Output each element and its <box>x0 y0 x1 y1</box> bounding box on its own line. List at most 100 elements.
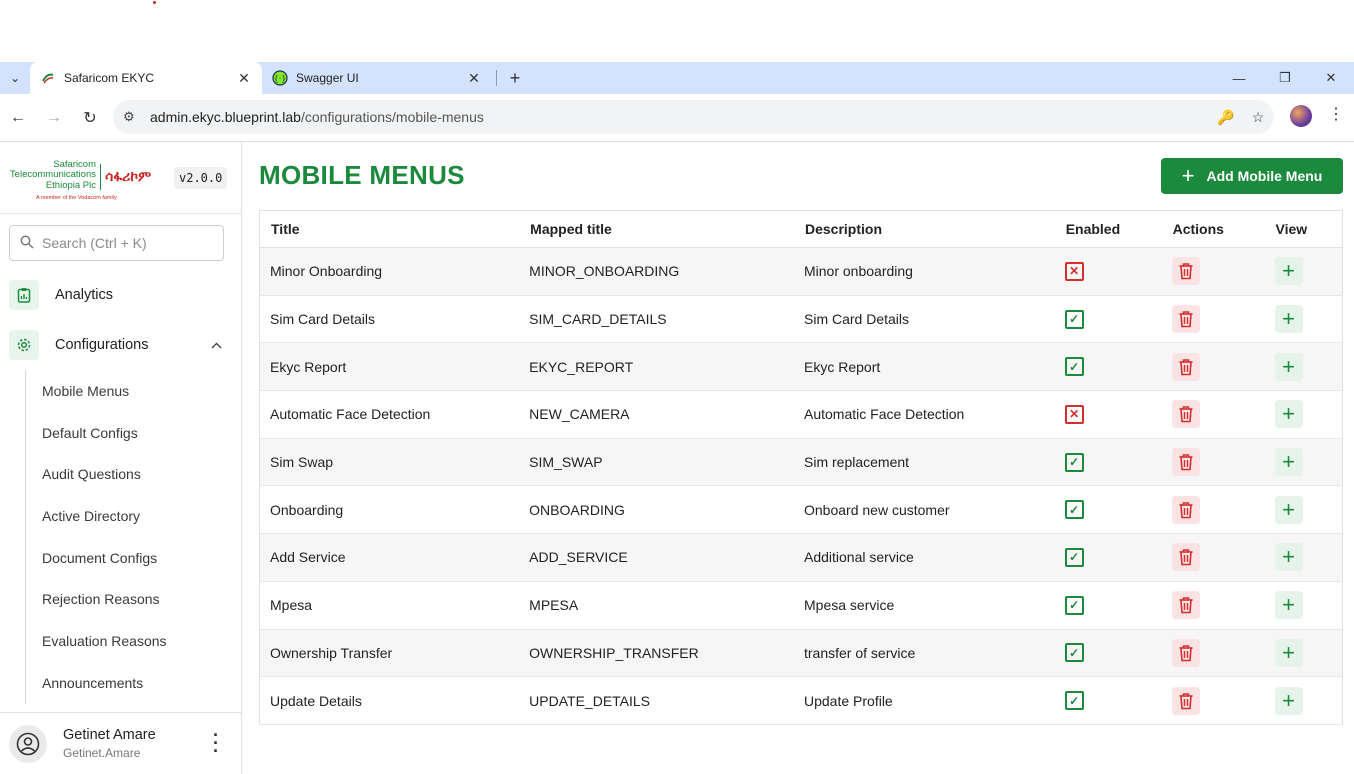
tab-swagger-ui[interactable]: {·} Swagger UI ✕ <box>262 62 492 94</box>
enabled-checkbox-checked[interactable]: ✓ <box>1064 691 1084 711</box>
table-row[interactable]: Sim Card Details SIM_CARD_DETAILS Sim Card… <box>259 295 1343 344</box>
new-tab-button[interactable]: + <box>501 62 529 94</box>
column-header-title[interactable]: Title <box>259 210 520 248</box>
table-row[interactable]: Minor Onboarding MINOR_ONBOARDING Minor on… <box>259 247 1343 296</box>
table-row[interactable]: Ownership Transfer OWNERSHIP_TRANSFER tran… <box>259 629 1343 678</box>
column-header-enabled[interactable]: Enabled <box>1054 210 1162 248</box>
sidebar-subitem-announcements[interactable]: Announcements <box>26 662 241 704</box>
cell-description: Additional service <box>794 533 1055 582</box>
enabled-checkbox-unchecked[interactable]: ✕ <box>1064 261 1084 281</box>
tab-search-chevron-icon[interactable]: ⌄ <box>0 62 30 94</box>
view-plus-icon[interactable]: + <box>1274 495 1303 524</box>
enabled-checkbox-checked[interactable]: ✓ <box>1064 547 1084 567</box>
enabled-checkbox-checked[interactable]: ✓ <box>1064 452 1084 472</box>
table-row[interactable]: Onboarding ONBOARDING Onboard new customer… <box>259 485 1343 535</box>
forward-arrow-icon[interactable]: → <box>36 100 72 136</box>
back-arrow-icon[interactable]: ← <box>0 100 36 136</box>
view-plus-icon[interactable]: + <box>1274 638 1303 667</box>
view-plus-icon[interactable]: + <box>1274 305 1303 334</box>
logo-divider <box>100 163 101 190</box>
restore-icon[interactable]: ❐ <box>1262 62 1308 94</box>
table-header-row: Title Mapped title Description Enabled A… <box>259 210 1343 248</box>
delete-trash-icon[interactable] <box>1171 448 1200 477</box>
sidebar-item-analytics[interactable]: Analytics <box>0 270 241 320</box>
safaricom-logo[interactable]: Safaricom Telecommunications Ethiopia Pl… <box>8 154 168 202</box>
top-blank-area <box>0 0 1354 62</box>
cell-title: Sim Card Details <box>259 295 520 344</box>
view-plus-icon[interactable]: + <box>1274 400 1303 429</box>
search-box[interactable] <box>9 225 224 261</box>
view-plus-icon[interactable]: + <box>1274 543 1303 572</box>
plus-icon: + <box>1181 163 1195 188</box>
search-input[interactable] <box>42 235 202 251</box>
configurations-submenu: Mobile Menus Default Configs Audit Quest… <box>25 370 241 704</box>
cell-title: Ekyc Report <box>259 342 520 392</box>
sidebar-subitem-document-configs[interactable]: Document Configs <box>26 537 241 579</box>
view-plus-icon[interactable]: + <box>1274 352 1303 381</box>
profile-avatar[interactable] <box>1290 105 1312 127</box>
enabled-checkbox-checked[interactable]: ✓ <box>1064 643 1084 663</box>
user-profile[interactable]: Getinet Amare Getinet.Amare · · · <box>0 712 241 774</box>
cell-enabled: ✕ <box>1054 390 1162 439</box>
delete-trash-icon[interactable] <box>1171 257 1200 286</box>
close-tab-icon[interactable]: ✕ <box>466 70 482 87</box>
close-tab-icon[interactable]: ✕ <box>236 70 252 87</box>
sidebar-subitem-mobile-menus[interactable]: Mobile Menus <box>26 370 241 412</box>
delete-trash-icon[interactable] <box>1171 305 1200 334</box>
enabled-checkbox-checked[interactable]: ✓ <box>1064 309 1084 329</box>
column-header-mapped-title[interactable]: Mapped title <box>519 210 794 248</box>
cell-title: Automatic Face Detection <box>259 390 520 439</box>
gear-icon <box>9 330 39 360</box>
sidebar-item-configurations[interactable]: Configurations <box>0 320 241 370</box>
table-row[interactable]: Update Details UPDATE_DETAILS Update Profi… <box>259 676 1343 725</box>
delete-trash-icon[interactable] <box>1171 543 1200 572</box>
reload-icon[interactable]: ↻ <box>72 100 108 136</box>
tab-safaricom-ekyc[interactable]: Safaricom EKYC ✕ <box>30 62 262 94</box>
minimize-icon[interactable]: — <box>1216 62 1262 94</box>
chevron-up-icon[interactable] <box>211 338 222 352</box>
enabled-checkbox-checked[interactable]: ✓ <box>1064 357 1084 377</box>
cell-title: Minor Onboarding <box>259 247 520 296</box>
enabled-checkbox-unchecked[interactable]: ✕ <box>1064 404 1084 424</box>
password-key-icon[interactable]: 🔑 <box>1210 109 1242 126</box>
cell-actions <box>1161 247 1265 296</box>
table-row[interactable]: Ekyc Report EKYC_REPORT Ekyc Report ✓ + <box>259 342 1343 392</box>
cell-title: Mpesa <box>259 581 520 630</box>
view-plus-icon[interactable]: + <box>1274 591 1303 620</box>
cell-title: Sim Swap <box>259 438 520 487</box>
brand-header: Safaricom Telecommunications Ethiopia Pl… <box>0 142 241 214</box>
add-mobile-menu-button[interactable]: + Add Mobile Menu <box>1161 158 1343 194</box>
column-header-actions: Actions <box>1161 210 1265 248</box>
cell-description: Minor onboarding <box>794 247 1055 296</box>
view-plus-icon[interactable]: + <box>1274 686 1303 715</box>
address-bar[interactable]: ⚙ admin.ekyc.blueprint.lab/configuration… <box>113 100 1274 134</box>
delete-trash-icon[interactable] <box>1171 638 1200 667</box>
url-text[interactable]: admin.ekyc.blueprint.lab/configurations/… <box>150 109 1210 125</box>
delete-trash-icon[interactable] <box>1171 400 1200 429</box>
cell-view: + <box>1264 438 1343 487</box>
user-menu-icon[interactable]: · · · <box>213 726 219 760</box>
view-plus-icon[interactable]: + <box>1274 448 1303 477</box>
delete-trash-icon[interactable] <box>1171 591 1200 620</box>
cell-title: Ownership Transfer <box>259 629 520 678</box>
enabled-checkbox-checked[interactable]: ✓ <box>1064 595 1084 615</box>
table-row[interactable]: Add Service ADD_SERVICE Additional service… <box>259 533 1343 582</box>
delete-trash-icon[interactable] <box>1171 686 1200 715</box>
bookmark-star-icon[interactable]: ☆ <box>1242 109 1274 126</box>
browser-menu-icon[interactable]: ⋮ <box>1326 104 1346 124</box>
table-row[interactable]: Sim Swap SIM_SWAP Sim replacement ✓ + <box>259 438 1343 487</box>
site-info-icon[interactable]: ⚙ <box>123 109 143 125</box>
view-plus-icon[interactable]: + <box>1274 257 1303 286</box>
column-header-description[interactable]: Description <box>794 210 1055 248</box>
delete-trash-icon[interactable] <box>1171 352 1200 381</box>
sidebar-subitem-active-directory[interactable]: Active Directory <box>26 495 241 537</box>
sidebar-subitem-default-configs[interactable]: Default Configs <box>26 412 241 454</box>
table-row[interactable]: Automatic Face Detection NEW_CAMERA Automa… <box>259 390 1343 439</box>
sidebar-subitem-rejection-reasons[interactable]: Rejection Reasons <box>26 578 241 620</box>
sidebar-subitem-audit-questions[interactable]: Audit Questions <box>26 453 241 495</box>
table-row[interactable]: Mpesa MPESA Mpesa service ✓ + <box>259 581 1343 630</box>
enabled-checkbox-checked[interactable]: ✓ <box>1064 500 1084 520</box>
delete-trash-icon[interactable] <box>1171 495 1200 524</box>
close-window-icon[interactable]: ✕ <box>1308 62 1354 94</box>
sidebar-subitem-evaluation-reasons[interactable]: Evaluation Reasons <box>26 620 241 662</box>
